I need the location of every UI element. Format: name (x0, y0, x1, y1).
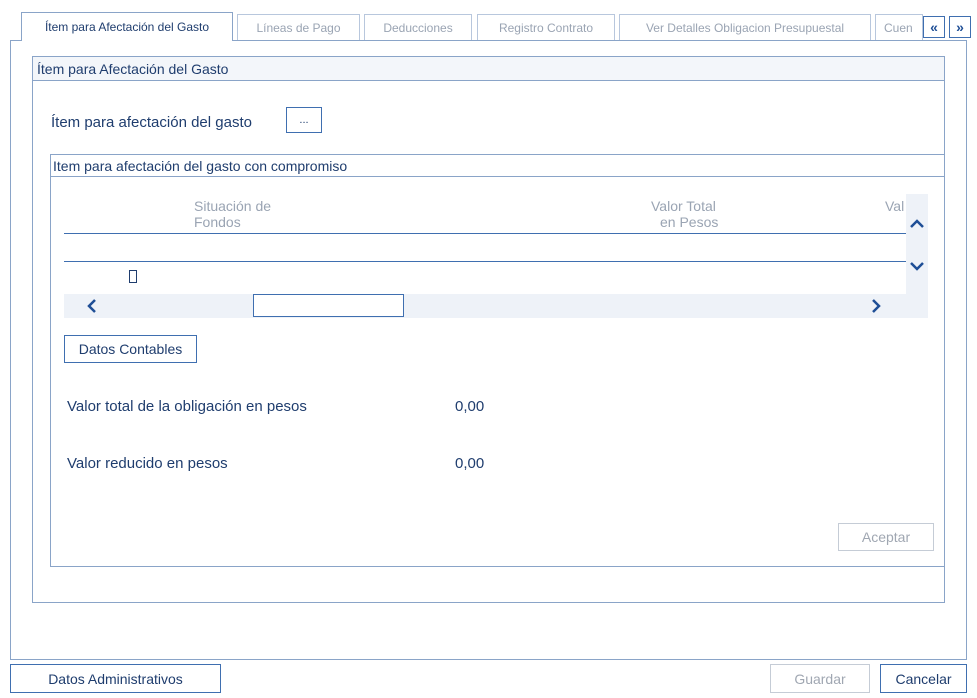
aceptar-button[interactable]: Aceptar (838, 523, 934, 551)
tab-ver-detalles-obligacion[interactable]: Ver Detalles Obligacion Presupuestal (619, 14, 871, 40)
tab-lineas-pago[interactable]: Líneas de Pago (237, 14, 360, 40)
datos-administrativos-button[interactable]: Datos Administrativos (10, 664, 221, 693)
vertical-scrollbar[interactable] (906, 194, 928, 294)
tab-prev-button[interactable]: « (923, 16, 945, 38)
col-valor-total-line1: Valor Total (651, 198, 716, 214)
col-valor-truncated: Val (885, 198, 905, 214)
scroll-down-icon[interactable] (906, 255, 928, 277)
tab-deducciones[interactable]: Deducciones (364, 14, 472, 40)
col-valor-total-line2: en Pesos (660, 214, 719, 230)
cancelar-button[interactable]: Cancelar (880, 664, 967, 693)
tab-registro-contrato[interactable]: Registro Contrato (477, 14, 615, 40)
panel-title: Ítem para Afectación del Gasto (33, 57, 944, 81)
valor-reducido-label: Valor reducido en pesos (67, 455, 228, 472)
scroll-right-icon[interactable] (866, 295, 886, 317)
grid-header-divider (64, 233, 906, 234)
scroll-left-icon[interactable] (82, 295, 102, 317)
col-situacion-fondos-line1: Situación de (194, 198, 272, 214)
col-situacion-fondos-line2: Fondos (194, 214, 241, 230)
grid-row-divider (64, 261, 906, 262)
horizontal-scrollbar[interactable] (64, 294, 928, 318)
compromiso-panel-title: Item para afectación del gasto con compr… (51, 155, 944, 177)
tab-cuentas[interactable]: Cuen (875, 14, 923, 40)
datos-contables-button[interactable]: Datos Contables (64, 335, 197, 363)
item-lookup-button[interactable]: ... (286, 107, 322, 133)
valor-total-label: Valor total de la obligación en pesos (67, 398, 307, 415)
tab-next-button[interactable]: » (949, 16, 971, 38)
item-afectacion-label: Ítem para afectación del gasto (51, 114, 252, 131)
guardar-button[interactable]: Guardar (770, 664, 870, 693)
valor-reducido-value: 0,00 (455, 455, 485, 472)
valor-total-value: 0,00 (455, 398, 485, 415)
row-checkbox[interactable] (129, 270, 137, 283)
scroll-up-icon[interactable] (906, 213, 928, 235)
horizontal-scroll-thumb[interactable] (253, 294, 404, 317)
tab-item-afectacion[interactable]: Ítem para Afectación del Gasto (21, 12, 233, 41)
